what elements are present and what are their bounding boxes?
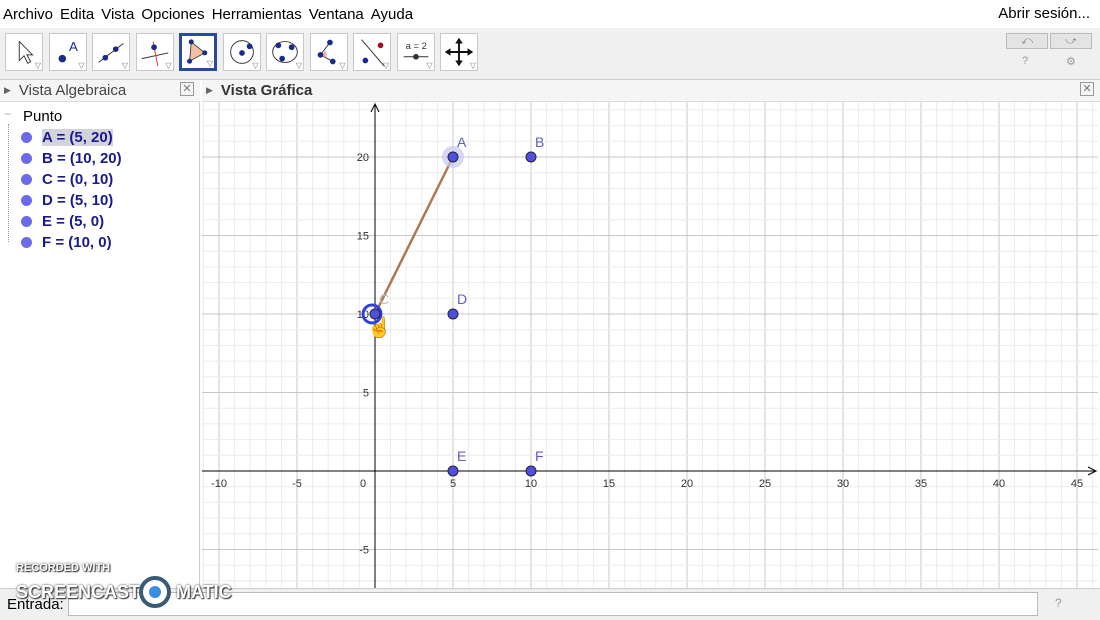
algebra-item-b[interactable]: B = (10, 20)	[18, 148, 122, 168]
dropdown-triangle-icon: ▽	[339, 61, 346, 70]
y-tick-label: 5	[363, 388, 369, 400]
menu-herramientas[interactable]: Herramientas	[209, 6, 306, 23]
menu-bar: Archivo Edita Vista Opciones Herramienta…	[0, 0, 1100, 28]
point-e[interactable]	[447, 465, 459, 477]
point-visibility-toggle[interactable]	[21, 194, 32, 206]
dropdown-triangle-icon: ▽	[252, 61, 259, 70]
point-d[interactable]	[447, 308, 459, 320]
algebra-view: − Punto A = (5, 20) B = (10, 20) C = (0,…	[0, 102, 200, 590]
close-algebra-icon[interactable]: ✕	[180, 82, 194, 96]
screencast-logo-icon	[139, 576, 171, 608]
x-tick-label: 40	[993, 478, 1005, 490]
circle-tool-button[interactable]: ▽	[222, 33, 261, 71]
settings-gear-icon[interactable]: ⚙	[1066, 55, 1076, 68]
redo-button[interactable]: ⤻	[1050, 33, 1092, 49]
input-help-icon[interactable]: ?	[1055, 596, 1062, 610]
angle-tool-button[interactable]: ▽	[309, 33, 348, 71]
menu-edita[interactable]: Edita	[57, 6, 98, 23]
line-tool-button[interactable]: ▽	[92, 33, 130, 71]
algebra-item-f[interactable]: F = (10, 0)	[18, 232, 112, 252]
point-a[interactable]	[447, 151, 459, 163]
x-tick-label: -10	[211, 478, 227, 490]
point-b[interactable]	[525, 151, 537, 163]
point-visibility-toggle[interactable]	[21, 152, 32, 164]
reflect-tool-button[interactable]: ▽	[353, 33, 391, 71]
dropdown-triangle-icon: ▽	[295, 61, 302, 70]
hand-cursor-icon: ☝	[367, 315, 392, 339]
group-label: Punto	[23, 108, 63, 125]
point-label-e: E	[457, 448, 466, 464]
algebra-item-c[interactable]: C = (0, 10)	[18, 169, 113, 189]
algebra-view-title: Vista Algebraica	[18, 82, 127, 99]
point-label-a: A	[457, 134, 467, 150]
dropdown-triangle-icon: ▽	[165, 61, 172, 70]
x-tick-label: 0	[360, 478, 366, 490]
menu-ventana[interactable]: Ventana	[306, 6, 368, 23]
x-tick-label: 20	[681, 478, 693, 490]
point-label-b: B	[535, 134, 544, 150]
y-tick-label: 15	[357, 231, 369, 243]
x-tick-label: 10	[525, 478, 537, 490]
y-tick-label: -5	[359, 545, 369, 557]
move-graphics-tool-button[interactable]: ▽	[440, 33, 478, 71]
algebra-item-a[interactable]: A = (5, 20)	[18, 127, 113, 147]
algebra-item-d[interactable]: D = (5, 10)	[18, 190, 113, 210]
point-tool-button[interactable]: A ▽	[48, 33, 87, 71]
point-label-d: D	[457, 291, 467, 307]
collapse-arrow-icon[interactable]: ▶	[4, 85, 11, 96]
point-label-f: F	[535, 448, 544, 464]
menu-opciones[interactable]: Opciones	[138, 6, 208, 23]
dropdown-triangle-icon: ▽	[34, 61, 41, 70]
svg-text:A: A	[68, 39, 77, 54]
move-tool-button[interactable]: ▽	[5, 33, 43, 71]
close-graphics-icon[interactable]: ✕	[1080, 82, 1094, 96]
x-tick-label: 5	[450, 478, 456, 490]
perpendicular-tool-button[interactable]: ▽	[135, 33, 174, 71]
watermark-text: SCREENCAST	[16, 582, 141, 602]
login-link[interactable]: Abrir sesión...	[998, 5, 1090, 22]
graphics-view-header: ▶ Vista Gráfica ✕	[202, 80, 1100, 102]
x-tick-label: 35	[915, 478, 927, 490]
svg-text:a = 2: a = 2	[405, 41, 426, 52]
dropdown-triangle-icon: ▽	[78, 61, 85, 70]
point-visibility-toggle[interactable]	[21, 236, 32, 248]
menu-archivo[interactable]: Archivo	[0, 6, 57, 23]
collapse-arrow-icon[interactable]: ▶	[206, 85, 213, 96]
slider-tool-button[interactable]: a = 2 ▽	[396, 33, 435, 71]
menu-vista[interactable]: Vista	[98, 6, 138, 23]
undo-button[interactable]: ⤺	[1006, 33, 1048, 49]
dropdown-triangle-icon: ▽	[382, 61, 389, 70]
dropdown-triangle-icon: ▽	[426, 61, 433, 70]
toolbar: ⤺ ⤻ ? ⚙ ▽ A ▽ ▽ ▽ ▽ ▽ ▽ ▽ ▽ a = 2 ▽ ▽	[0, 28, 1100, 80]
x-tick-label: 30	[837, 478, 849, 490]
dropdown-triangle-icon: ▽	[121, 61, 128, 70]
y-tick-label: 20	[357, 152, 369, 164]
x-tick-label: 25	[759, 478, 771, 490]
graphics-view[interactable]: -10 -5 0 5 10 15 20 25 30 35 40 45-55101520A BC DE F☝	[202, 102, 1098, 588]
point-visibility-toggle[interactable]	[21, 215, 32, 227]
help-icon[interactable]: ?	[1022, 55, 1028, 67]
point-visibility-toggle[interactable]	[21, 131, 32, 143]
menu-ayuda[interactable]: Ayuda	[368, 6, 417, 23]
dropdown-triangle-icon: ▽	[206, 59, 213, 68]
conic-tool-button[interactable]: ▽	[266, 33, 304, 71]
algebra-item-e[interactable]: E = (5, 0)	[18, 211, 104, 231]
x-tick-label: 15	[603, 478, 615, 490]
point-f[interactable]	[525, 465, 537, 477]
point-visibility-toggle[interactable]	[21, 173, 32, 185]
x-tick-label: -5	[292, 478, 302, 490]
graphics-view-title: Vista Gráfica	[220, 82, 313, 99]
x-tick-label: 45	[1071, 478, 1083, 490]
algebra-view-header: ▶ Vista Algebraica ✕	[0, 80, 200, 102]
collapse-minus-icon[interactable]: −	[4, 107, 11, 121]
dropdown-triangle-icon: ▽	[469, 61, 476, 70]
watermark-text: RECORDED WITH	[16, 562, 111, 574]
point-label-c: C	[379, 291, 389, 307]
polygon-tool-button[interactable]: ▽	[179, 33, 217, 71]
watermark-text: MATIC	[176, 582, 232, 602]
